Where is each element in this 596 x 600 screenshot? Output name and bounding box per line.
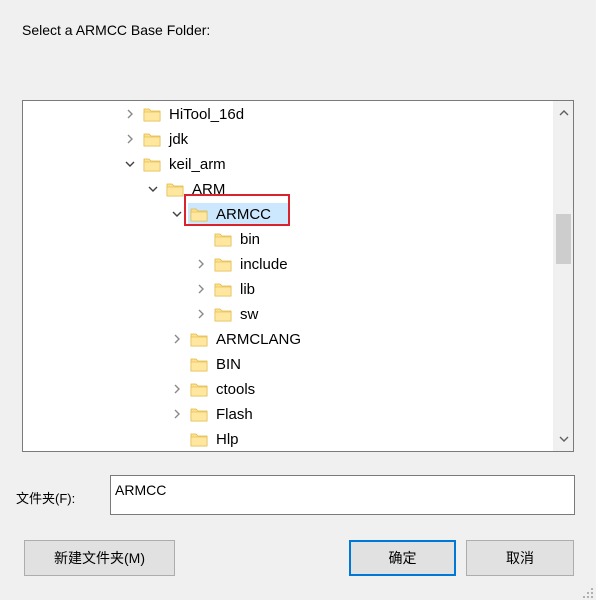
expander-placeholder [166,352,188,376]
tree-item-label: Hlp [216,430,239,448]
folder-icon [143,106,161,122]
tree-item-content[interactable]: include [212,253,305,275]
tree-item-label: ctools [216,380,256,398]
chevron-down-icon[interactable] [142,177,164,201]
folder-icon [190,406,208,422]
tree-item-label: ARMCC [216,205,271,223]
tree-item-content[interactable]: BIN [188,353,258,375]
new-folder-button[interactable]: 新建文件夹(M) [24,540,175,576]
tree-item-label: HiTool_16d [169,105,245,123]
tree-item-content[interactable]: Hlp [188,428,256,450]
tree-item-label: BIN [216,355,242,373]
folder-icon [190,431,208,447]
chevron-right-icon[interactable] [190,302,212,326]
cancel-button[interactable]: 取消 [466,540,574,576]
dialog-prompt: Select a ARMCC Base Folder: [22,22,211,38]
tree-item-content[interactable]: lib [212,278,272,300]
folder-input[interactable]: ARMCC [110,475,575,515]
tree-item-label: ARMCLANG [216,330,302,348]
chevron-right-icon[interactable] [166,327,188,351]
tree-item-content[interactable]: HiTool_16d [141,103,261,125]
folder-icon [166,181,184,197]
chevron-right-icon[interactable] [119,102,141,126]
ok-button[interactable]: 确定 [349,540,456,576]
tree-item[interactable]: jdk [119,127,205,151]
folder-icon [190,356,208,372]
tree-item-label: ARM [192,180,226,198]
folder-field-label: 文件夹(F): [16,491,76,506]
tree-item[interactable]: BIN [166,352,258,376]
tree-item[interactable]: keil_arm [119,152,243,176]
expander-placeholder [166,427,188,451]
tree-item[interactable]: lib [190,277,272,301]
chevron-right-icon[interactable] [166,402,188,426]
scroll-up-button[interactable] [554,105,573,122]
folder-icon [190,331,208,347]
tree-item-content[interactable]: ARM [164,178,242,200]
tree-item[interactable]: HiTool_16d [119,102,261,126]
folder-icon [214,231,232,247]
tree-item[interactable]: ARMCC [166,202,288,226]
folder-tree[interactable]: HiTool_16djdk keil_arm ARM ARMCC bin include l… [22,100,574,452]
tree-scrollbar[interactable] [553,101,573,451]
tree-item[interactable]: bin [190,227,277,251]
tree-item-label: bin [240,230,261,248]
tree-item-content[interactable]: Flash [188,403,270,425]
scroll-up-icon [559,105,569,123]
tree-item[interactable]: ARMCLANG [166,327,318,351]
tree-item[interactable]: ARM [142,177,242,201]
scroll-down-button[interactable] [554,431,573,448]
folder-icon [214,256,232,272]
chevron-right-icon[interactable] [190,252,212,276]
chevron-down-icon[interactable] [119,152,141,176]
folder-icon [143,131,161,147]
tree-item-content[interactable]: bin [212,228,277,250]
chevron-right-icon[interactable] [166,377,188,401]
tree-item-content[interactable]: sw [212,303,275,325]
scroll-down-icon [559,431,569,449]
tree-item[interactable]: Hlp [166,427,256,451]
tree-item-label: sw [240,305,259,323]
tree-item-content[interactable]: keil_arm [141,153,243,175]
tree-item-label: jdk [169,130,189,148]
chevron-right-icon[interactable] [119,127,141,151]
chevron-right-icon[interactable] [190,277,212,301]
resize-grip-icon[interactable] [582,586,594,598]
tree-item-label: keil_arm [169,155,226,173]
tree-item-label: include [240,255,288,273]
folder-tree-viewport: HiTool_16djdk keil_arm ARM ARMCC bin include l… [23,101,554,451]
folder-icon [214,281,232,297]
tree-item-content[interactable]: ARMCC [188,203,288,225]
folder-icon [214,306,232,322]
tree-item-label: Flash [216,405,253,423]
folder-icon [143,156,161,172]
tree-item-content[interactable]: ARMCLANG [188,328,318,350]
scroll-thumb[interactable] [556,214,571,264]
folder-icon [190,206,208,222]
tree-item-content[interactable]: jdk [141,128,205,150]
tree-item-content[interactable]: ctools [188,378,272,400]
folder-icon [190,381,208,397]
tree-item[interactable]: ctools [166,377,272,401]
tree-item-label: lib [240,280,256,298]
tree-item[interactable]: sw [190,302,275,326]
select-folder-dialog: Select a ARMCC Base Folder: HiTool_16djd… [0,0,596,600]
tree-item[interactable]: Flash [166,402,270,426]
chevron-down-icon[interactable] [166,202,188,226]
tree-item[interactable]: include [190,252,305,276]
expander-placeholder [190,227,212,251]
